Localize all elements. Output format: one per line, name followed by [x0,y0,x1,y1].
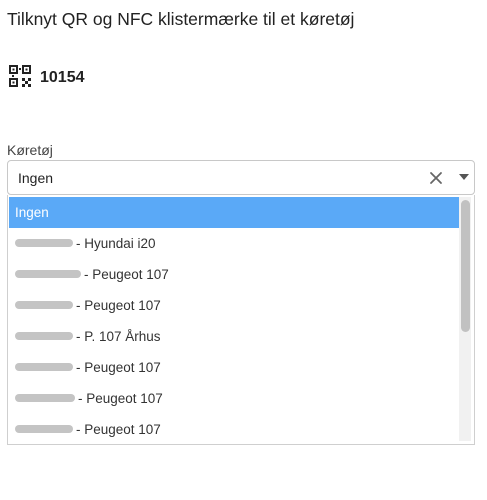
vehicle-option[interactable]: - Peugeot 107 [9,259,459,290]
option-label: - Peugeot 107 [76,360,161,375]
vehicle-option[interactable]: - Hyundai i20 [9,228,459,259]
option-label: - Peugeot 107 [78,391,163,406]
redacted-plate [15,425,73,434]
vehicle-select[interactable] [7,160,475,195]
vehicle-search-input[interactable] [18,161,398,194]
option-label: - Peugeot 107 [76,422,161,437]
redacted-plate [15,270,81,279]
option-none[interactable]: Ingen [9,197,459,228]
dropdown-scrollbar[interactable] [459,197,471,441]
redacted-plate [15,301,73,310]
vehicle-option[interactable]: - Peugeot 107 [9,352,459,383]
option-label: - Peugeot 107 [76,298,161,313]
close-icon[interactable] [429,171,443,185]
qr-tag-row: 10154 [9,65,85,87]
caret-down-icon[interactable] [459,174,469,181]
option-label: - P. 107 Århus [76,329,161,344]
qr-code-icon [9,65,31,87]
scrollbar-thumb[interactable] [461,200,470,332]
redacted-plate [15,239,73,248]
option-label: - Hyundai i20 [76,236,156,251]
vehicle-dropdown-list: Ingen - Hyundai i20 - Peugeot 107 - Peug… [7,195,475,445]
vehicle-option[interactable]: - Peugeot 107 [9,414,459,444]
redacted-plate [15,394,75,403]
vehicle-option[interactable]: - Peugeot 107 [9,290,459,321]
redacted-plate [15,363,73,372]
qr-tag-id: 10154 [40,69,85,86]
vehicle-option[interactable]: - P. 107 Århus [9,321,459,352]
vehicle-option[interactable]: - Peugeot 107 [9,383,459,414]
option-label: Ingen [15,205,49,220]
option-label: - Peugeot 107 [84,267,169,282]
vehicle-field-label: Køretøj [7,142,53,158]
redacted-plate [15,332,73,341]
page-title: Tilknyt QR og NFC klistermærke til et kø… [7,9,355,29]
